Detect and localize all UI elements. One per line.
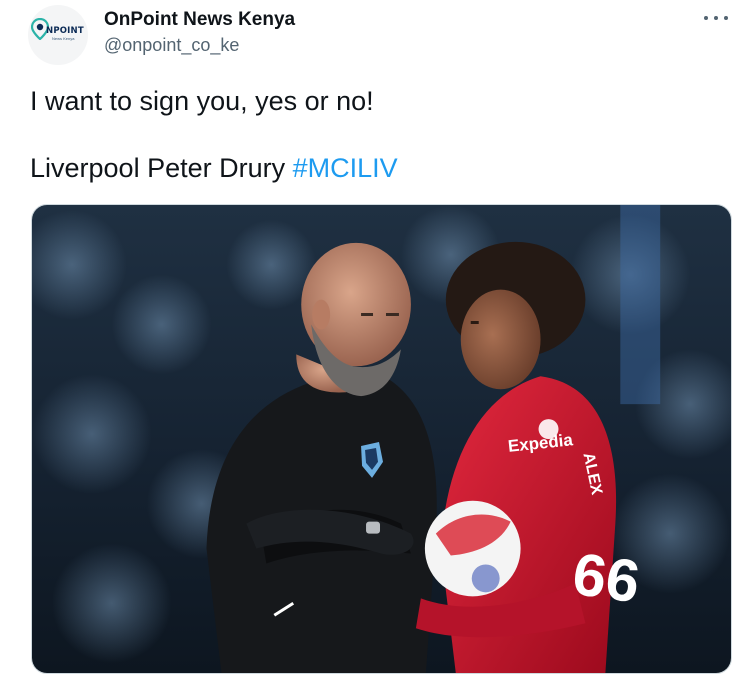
- avatar-brand-text: NPOINT: [46, 26, 84, 36]
- more-horizontal-icon: [724, 16, 728, 20]
- tweet: NPOINT News Kenya OnPoint News Kenya @on…: [0, 0, 750, 674]
- shirt-number-text: 66: [569, 540, 644, 616]
- user-handle[interactable]: @onpoint_co_ke: [104, 35, 239, 56]
- more-options-button[interactable]: [704, 8, 728, 28]
- tweet-text-line-2: Liverpool Peter Drury #MCILIV: [30, 153, 398, 184]
- more-horizontal-icon: [704, 16, 708, 20]
- tweet-text: Liverpool Peter Drury: [30, 153, 293, 183]
- display-name[interactable]: OnPoint News Kenya: [104, 9, 295, 31]
- avatar[interactable]: NPOINT News Kenya: [28, 5, 88, 65]
- avatar-brand-subtext: News Kenya: [52, 36, 75, 41]
- hashtag-link[interactable]: #MCILIV: [293, 153, 398, 183]
- tweet-text-line-1: I want to sign you, yes or no!: [30, 86, 374, 116]
- more-horizontal-icon: [714, 16, 718, 20]
- photo-illustration: Expedia ALEX 66: [32, 205, 731, 673]
- tweet-photo[interactable]: Expedia ALEX 66: [31, 204, 732, 674]
